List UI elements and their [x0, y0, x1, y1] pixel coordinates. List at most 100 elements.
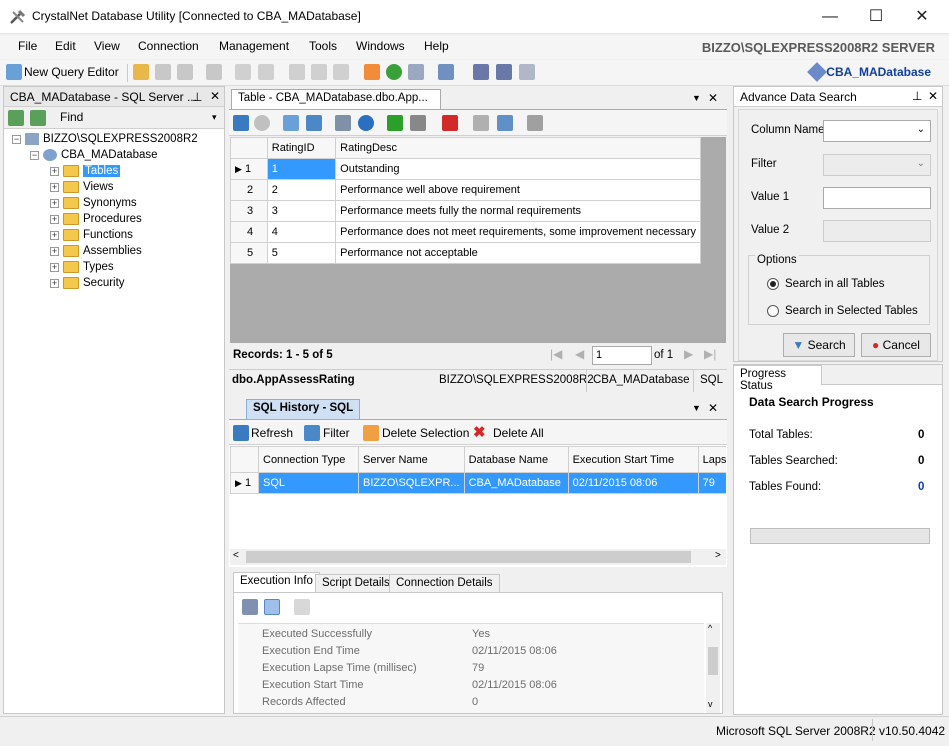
radio-search-all[interactable]: Search in all Tables — [767, 278, 885, 290]
menu-view[interactable]: View — [94, 39, 120, 53]
value2-input[interactable] — [823, 220, 931, 242]
column-header-ratingid[interactable]: RatingID — [266, 137, 337, 159]
connected-database[interactable]: CBA_MADatabase — [826, 65, 931, 79]
close-history-icon[interactable]: ✕ — [708, 401, 718, 415]
menu-connection[interactable]: Connection — [138, 39, 199, 53]
pin-icon[interactable]: ⊥ — [912, 89, 922, 103]
delete-selection-button[interactable]: Delete Selection — [382, 426, 469, 440]
tab-list-icon[interactable]: ▼ — [692, 93, 701, 103]
check-icon[interactable] — [386, 64, 402, 80]
undo-icon[interactable] — [235, 64, 251, 80]
copy-icon[interactable] — [311, 64, 327, 80]
grid-icon[interactable] — [335, 115, 351, 131]
table-row[interactable]: ▶ 1 1 Outstanding — [230, 158, 701, 180]
tree-server[interactable]: − BIZZO\SQLEXPRESS2008R2 — [12, 133, 198, 149]
redo-icon[interactable] — [258, 64, 274, 80]
last-page-icon[interactable]: ▶| — [704, 347, 716, 361]
script-icon[interactable] — [473, 115, 489, 131]
delete-all-button[interactable]: Delete All — [493, 426, 544, 440]
progress-status-tab[interactable]: Progress Status — [734, 365, 822, 392]
filter-select[interactable]: ⌄ — [823, 154, 931, 176]
open-icon[interactable] — [133, 64, 149, 80]
find-button[interactable]: Find — [60, 110, 83, 124]
history-tab-list-icon[interactable]: ▼ — [692, 403, 701, 413]
tab-execution-info[interactable]: Execution Info — [233, 572, 320, 592]
tree-node-security[interactable]: + Security — [50, 277, 125, 293]
history-row[interactable]: ▶ 1 SQL BIZZO\SQLEXPR... CBA_MADatabase 02/1… — [230, 472, 726, 494]
menu-help[interactable]: Help — [424, 39, 449, 53]
maximize-button[interactable]: ☐ — [853, 0, 899, 34]
first-page-icon[interactable]: |◀ — [550, 347, 562, 361]
chart-icon[interactable] — [358, 115, 374, 131]
menu-file[interactable]: File — [18, 39, 37, 53]
connect-explorer-icon[interactable] — [30, 110, 46, 126]
column-header-execution-start-time[interactable]: Execution Start Time — [567, 446, 699, 473]
menu-management[interactable]: Management — [219, 39, 289, 53]
prop-row[interactable]: Records Affected 0 — [238, 694, 708, 711]
refresh-icon[interactable] — [233, 115, 249, 131]
close-panel-icon[interactable]: ✕ — [928, 89, 938, 103]
tree-node-synonyms[interactable]: + Synonyms — [50, 197, 137, 213]
minimize-button[interactable]: — — [807, 0, 853, 34]
prop-row[interactable]: Executed Successfully Yes — [238, 626, 708, 643]
next-page-icon[interactable]: ▶ — [684, 347, 693, 361]
refresh-explorer-icon[interactable] — [8, 110, 24, 126]
connect-icon[interactable] — [438, 64, 454, 80]
tree-node-types[interactable]: + Types — [50, 261, 114, 277]
column-header-server-name[interactable]: Server Name — [358, 446, 465, 473]
new-query-button[interactable]: New Query Editor — [24, 65, 119, 79]
prop-row[interactable]: Execution Lapse Time (millisec) 79 — [238, 660, 708, 677]
radio-search-selected[interactable]: Search in Selected Tables — [767, 305, 918, 317]
column-header-ratingdesc[interactable]: RatingDesc — [335, 137, 701, 159]
dropdown-arrow-icon[interactable]: ▾ — [212, 112, 217, 123]
tree-database[interactable]: − CBA_MADatabase — [30, 149, 158, 165]
categorized-icon[interactable] — [242, 599, 258, 615]
column-name-select[interactable]: ⌄ — [823, 120, 931, 142]
tree-node-functions[interactable]: + Functions — [50, 229, 133, 245]
table-document-tab[interactable]: Table - CBA_MADatabase.dbo.App... — [231, 89, 441, 109]
column-header-lapse[interactable]: Lapse — [697, 446, 726, 473]
add-row-icon[interactable] — [387, 115, 403, 131]
save-icon[interactable] — [155, 64, 171, 80]
table-row[interactable]: 4 4 Performance does not meet requirements… — [230, 221, 701, 243]
stop-icon[interactable] — [254, 115, 270, 131]
menu-windows[interactable]: Windows — [356, 39, 405, 53]
copy-script-icon[interactable] — [497, 115, 513, 131]
prop-row[interactable]: Execution Start Time 02/11/2015 08:06 — [238, 677, 708, 694]
table-row[interactable]: 5 5 Performance not acceptable — [230, 242, 701, 264]
table-row[interactable]: 2 2 Performance well above requirement — [230, 179, 701, 201]
tab-connection-details[interactable]: Connection Details — [389, 574, 500, 592]
tree-node-assemblies[interactable]: + Assemblies — [50, 245, 142, 261]
column-header-database-name[interactable]: Database Name — [463, 446, 569, 473]
delete-row-icon[interactable] — [442, 115, 458, 131]
cancel-button[interactable]: ● Cancel — [861, 333, 931, 357]
prev-page-icon[interactable]: ◀ — [575, 347, 584, 361]
execute-icon[interactable] — [364, 64, 380, 80]
paste-icon[interactable] — [333, 64, 349, 80]
export-icon[interactable] — [283, 115, 299, 131]
cut-icon[interactable] — [289, 64, 305, 80]
tree-node-tables[interactable]: + Tables — [50, 165, 121, 181]
property-pages-icon[interactable] — [294, 599, 310, 615]
binoculars-icon[interactable] — [473, 64, 489, 80]
close-panel-icon[interactable]: ✕ — [210, 89, 220, 103]
refresh-button[interactable]: Refresh — [251, 426, 293, 440]
table-row[interactable]: 3 3 Performance meets fully the normal req… — [230, 200, 701, 222]
save-all-icon[interactable] — [177, 64, 193, 80]
alphabetical-icon[interactable] — [264, 599, 280, 615]
menu-edit[interactable]: Edit — [55, 39, 76, 53]
column-header-connection-type[interactable]: Connection Type — [258, 446, 359, 473]
pin-icon[interactable]: ⊥ — [192, 90, 202, 104]
page-number-input[interactable]: 1 — [592, 346, 652, 365]
close-button[interactable]: ✕ — [899, 0, 945, 34]
history-hscrollbar[interactable]: < > — [230, 549, 726, 565]
results-icon[interactable] — [408, 64, 424, 80]
filter-icon[interactable] — [306, 115, 322, 131]
find-next-icon[interactable] — [496, 64, 512, 80]
edit-row-icon[interactable] — [410, 115, 426, 131]
sql-history-tab[interactable]: SQL History - SQL — [246, 399, 361, 419]
tree-node-procedures[interactable]: + Procedures — [50, 213, 142, 229]
menu-tools[interactable]: Tools — [309, 39, 337, 53]
prop-row[interactable]: Execution End Time 02/11/2015 08:06 — [238, 643, 708, 660]
close-tab-icon[interactable]: ✕ — [708, 91, 718, 105]
